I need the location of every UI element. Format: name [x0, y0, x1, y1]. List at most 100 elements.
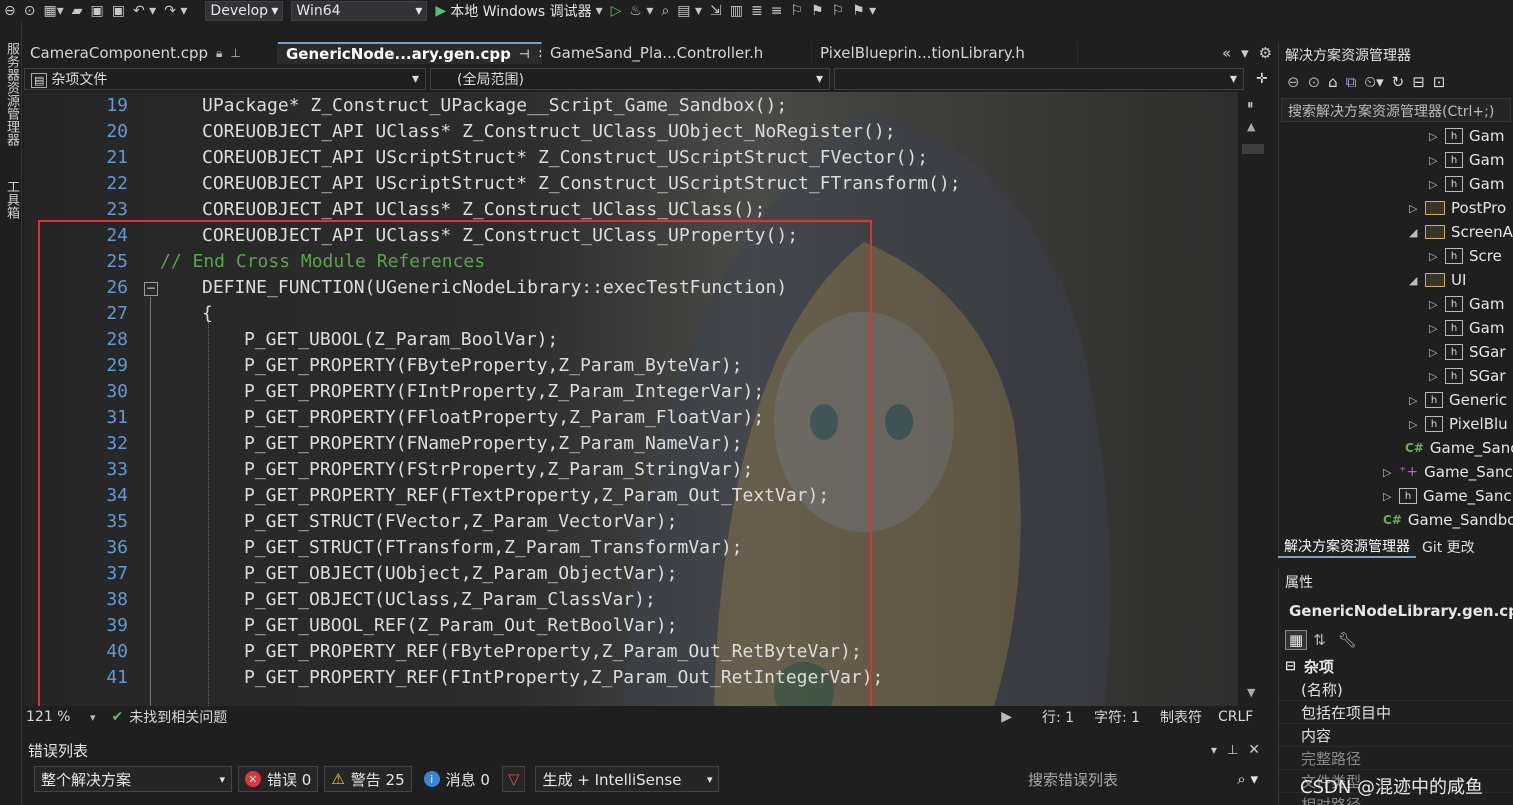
- back-icon[interactable]: ⊖: [4, 3, 16, 19]
- settings-icon[interactable]: ⚙: [1259, 44, 1272, 62]
- solution-search-input[interactable]: 搜索解决方案资源管理器(Ctrl+;): [1281, 98, 1511, 122]
- solution-tree-item[interactable]: ▷ ⁺+ Game_Sanc: [1383, 460, 1513, 484]
- expanded-arrow-icon[interactable]: ◢: [1409, 274, 1425, 287]
- expanded-arrow-icon[interactable]: ◢: [1409, 226, 1425, 239]
- chevron-double-left-icon[interactable]: «: [1222, 44, 1231, 62]
- issues-status[interactable]: 未找到相关问题: [129, 707, 227, 727]
- chevron-down-icon[interactable]: ▾: [1241, 44, 1249, 62]
- code-line[interactable]: 19 UPackage* Z_Construct_UPackage__Script…: [24, 92, 1238, 118]
- expand-arrow-icon[interactable]: ▷: [1429, 346, 1445, 359]
- properties-section[interactable]: ⊟ 杂项: [1279, 654, 1513, 678]
- bookmark-prev-icon[interactable]: ⚑: [811, 3, 824, 19]
- expand-arrow-icon[interactable]: ▷: [1429, 154, 1445, 167]
- pin-icon[interactable]: ⊣: [519, 47, 530, 61]
- solution-tree-item[interactable]: ▷ h SGar: [1429, 364, 1506, 388]
- file-scope-dropdown[interactable]: ▤ 杂项文件 ▾: [24, 68, 426, 90]
- property-row[interactable]: 内容: [1279, 724, 1513, 747]
- editor-vertical-scrollbar[interactable]: ⏸ ▲ ▼: [1238, 92, 1268, 706]
- property-pages-icon[interactable]: 🔧︎: [1338, 631, 1357, 649]
- expand-arrow-icon[interactable]: ▷: [1429, 178, 1445, 191]
- forward-icon[interactable]: ⊙: [24, 3, 36, 19]
- solution-tree-item[interactable]: ▷ h Scre: [1429, 244, 1502, 268]
- solution-tree-item[interactable]: ▷ h Gam: [1429, 172, 1504, 196]
- redo-icon[interactable]: ↷ ▾: [164, 3, 187, 19]
- chevron-down-icon[interactable]: ▾: [1211, 743, 1217, 757]
- scroll-right-icon[interactable]: ▶: [1001, 709, 1012, 725]
- configuration-dropdown[interactable]: Develop ▾: [205, 1, 284, 21]
- line-indicator[interactable]: 行: 1: [1042, 707, 1094, 727]
- scroll-thumb[interactable]: [1242, 144, 1264, 154]
- expand-arrow-icon[interactable]: ▷: [1383, 490, 1399, 503]
- expand-arrow-icon[interactable]: ▷: [1429, 298, 1445, 311]
- find-icon[interactable]: ⌕: [661, 3, 669, 19]
- property-row[interactable]: (名称): [1279, 678, 1513, 701]
- solution-tree-item[interactable]: ▷ h Generic: [1409, 388, 1507, 412]
- solution-tree-item[interactable]: ◢ ScreenA: [1409, 220, 1513, 244]
- expand-arrow-icon[interactable]: ▷: [1429, 370, 1445, 383]
- solution-tree-item[interactable]: ▷ h SGar: [1429, 340, 1506, 364]
- expand-arrow-icon[interactable]: ▷: [1409, 394, 1425, 407]
- tab-camera-component[interactable]: CameraComponent.cpp 🔒︎ ⊥: [22, 42, 278, 64]
- code-line[interactable]: 22 COREUOBJECT_API UScriptStruct* Z_Const…: [24, 170, 1238, 196]
- member-dropdown[interactable]: ▾: [834, 68, 1244, 90]
- tab-gamesand-controller[interactable]: GameSand_Pla...Controller.h: [542, 42, 812, 64]
- expand-arrow-icon[interactable]: ▷: [1383, 466, 1399, 479]
- solution-tree-item[interactable]: ▷ h Game_Sanc: [1383, 484, 1512, 508]
- property-row[interactable]: 包括在项目中: [1279, 701, 1513, 724]
- close-icon[interactable]: ✕: [1248, 742, 1260, 758]
- align-icon[interactable]: ▥: [730, 3, 743, 19]
- tab-generic-node-library[interactable]: GenericNode...ary.gen.cpp ⊣ ✕: [278, 42, 542, 64]
- bookmark-icon[interactable]: ⚐: [790, 3, 803, 19]
- expand-arrow-icon[interactable]: ▷: [1429, 250, 1445, 263]
- property-row[interactable]: 完整路径: [1279, 747, 1513, 770]
- expand-arrow-icon[interactable]: ▷: [1429, 130, 1445, 143]
- solution-tree-item[interactable]: ▷ PostPro: [1409, 196, 1506, 220]
- pin-icon[interactable]: ⊥: [1227, 743, 1238, 758]
- code-line[interactable]: 23 COREUOBJECT_API UClass* Z_Construct_UC…: [24, 196, 1238, 222]
- start-debug-button[interactable]: 本地 Windows 调试器: [450, 1, 591, 21]
- tab-solution-explorer[interactable]: 解决方案资源管理器: [1278, 536, 1416, 558]
- layout-icon[interactable]: ▤ ▾: [677, 3, 702, 19]
- undo-icon[interactable]: ↶ ▾: [133, 3, 156, 19]
- server-explorer-tab[interactable]: 服务器资源管理器: [2, 42, 21, 146]
- filter-button[interactable]: ▽: [501, 766, 526, 792]
- chevron-down-icon[interactable]: ▾: [596, 3, 603, 19]
- expand-arrow-icon[interactable]: ▷: [1429, 322, 1445, 335]
- toolbox-tab[interactable]: 工具箱: [2, 180, 21, 219]
- split-editor-icon[interactable]: ✛: [1256, 71, 1268, 87]
- solution-tree-item[interactable]: ▷ h Gam: [1429, 124, 1504, 148]
- build-source-dropdown[interactable]: 生成 + IntelliSense ▾: [535, 766, 720, 792]
- forward-icon[interactable]: ⊙: [1308, 73, 1321, 91]
- platform-dropdown[interactable]: Win64 ▾: [291, 1, 428, 21]
- error-search-input[interactable]: 搜索错误列表 ⌕ ▾: [1022, 766, 1264, 792]
- bookmark-next-icon[interactable]: ⚐: [832, 3, 845, 19]
- scroll-up-icon[interactable]: ▲: [1247, 120, 1255, 133]
- pin-icon[interactable]: ⊥: [230, 46, 240, 60]
- solution-tree-item[interactable]: ▷ h Gam: [1429, 292, 1504, 316]
- eol-indicator[interactable]: CRLF: [1218, 709, 1268, 725]
- open-icon[interactable]: ▰: [72, 3, 83, 19]
- code-line[interactable]: 20 COREUOBJECT_API UClass* Z_Construct_UC…: [24, 118, 1238, 144]
- alphabetical-icon[interactable]: ⇅: [1313, 631, 1326, 649]
- pending-changes-icon[interactable]: ⏲▾: [1364, 73, 1383, 91]
- scope-dropdown[interactable]: 整个解决方案 ▾: [34, 766, 232, 792]
- collapse-all-icon[interactable]: ⊟: [1412, 73, 1425, 91]
- pause-icon[interactable]: ⏸: [1247, 98, 1254, 113]
- save-icon[interactable]: ▣: [91, 3, 104, 19]
- outdent-icon[interactable]: ≡: [771, 3, 783, 19]
- tab-git-changes[interactable]: Git 更改: [1416, 537, 1481, 557]
- solution-tree-item[interactable]: C# Game_Sandbo: [1367, 508, 1513, 532]
- messages-filter-button[interactable]: i 消息 0: [418, 766, 496, 792]
- new-project-icon[interactable]: ▦▾: [43, 3, 63, 19]
- hot-reload-icon[interactable]: ♨ ▾: [629, 3, 653, 19]
- indent-icon[interactable]: ≣: [751, 3, 763, 19]
- step-icon[interactable]: ⇲: [710, 3, 722, 19]
- bookmark-clear-icon[interactable]: ⚑ ▾: [852, 3, 876, 19]
- sync-icon[interactable]: ↻: [1392, 73, 1405, 91]
- tab-indicator[interactable]: 制表符: [1160, 707, 1218, 727]
- solution-tree-item[interactable]: ◢ UI: [1409, 268, 1466, 292]
- expand-arrow-icon[interactable]: ▷: [1409, 202, 1425, 215]
- errors-filter-button[interactable]: ✕ 错误 0: [238, 766, 319, 792]
- solution-tree-item[interactable]: C# Game_Sanc: [1389, 436, 1513, 460]
- home-icon[interactable]: ⌂: [1328, 73, 1338, 91]
